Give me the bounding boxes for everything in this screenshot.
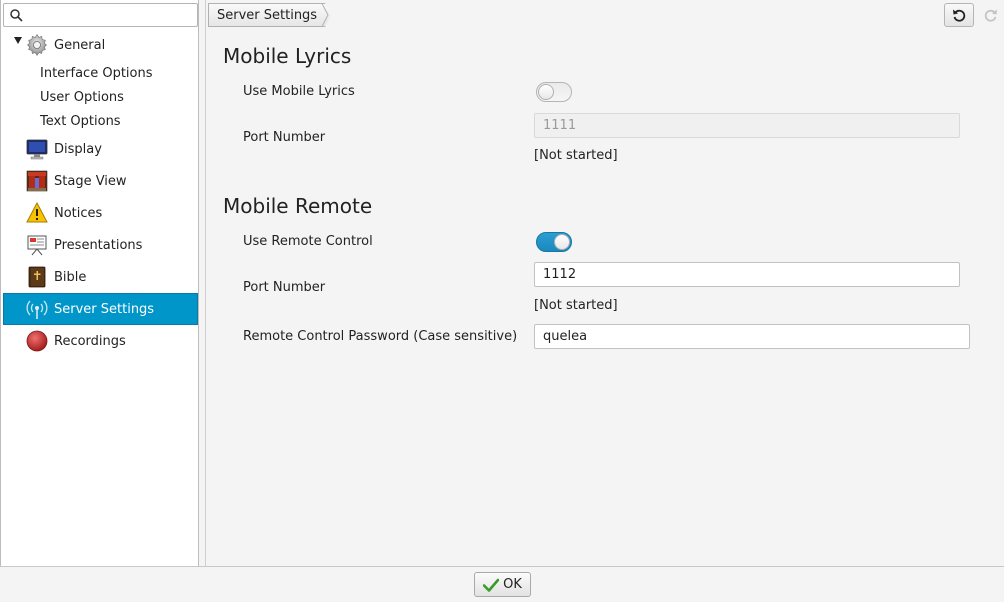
stage-icon bbox=[26, 170, 48, 192]
bible-icon bbox=[28, 266, 46, 288]
sidebar-item-label: General bbox=[54, 37, 106, 53]
breadcrumb-label: Server Settings bbox=[217, 7, 318, 23]
mobile-remote-title: Mobile Remote bbox=[223, 194, 373, 218]
undo-button[interactable] bbox=[944, 3, 974, 27]
sidebar-item-bible[interactable]: Bible bbox=[3, 262, 198, 292]
presentation-icon bbox=[27, 235, 47, 256]
sidebar-item-recordings[interactable]: Recordings bbox=[3, 326, 198, 356]
sidebar-item-label: Stage View bbox=[54, 173, 127, 189]
use-mobile-lyrics-toggle[interactable] bbox=[536, 82, 572, 102]
lyrics-port-value: 1111 bbox=[543, 118, 577, 133]
sidebar-item-stage-view[interactable]: Stage View bbox=[3, 166, 198, 196]
toggle-knob bbox=[554, 234, 570, 250]
use-mobile-lyrics-label: Use Mobile Lyrics bbox=[243, 84, 355, 99]
toggle-knob bbox=[538, 84, 554, 100]
sidebar-item-label: Bible bbox=[54, 269, 87, 285]
lyrics-port-label: Port Number bbox=[243, 130, 326, 145]
sidebar-item-notices[interactable]: Notices bbox=[3, 198, 198, 228]
search-icon bbox=[10, 9, 23, 22]
remote-password-label: Remote Control Password (Case sensitive) bbox=[243, 329, 518, 344]
sidebar-item-label: User Options bbox=[40, 89, 124, 105]
checkmark-icon bbox=[483, 578, 500, 592]
expand-arrow-icon[interactable] bbox=[14, 37, 22, 44]
remote-status: [Not started] bbox=[534, 298, 618, 313]
settings-panel: Server Settings Mobile Lyrics Use Mobile… bbox=[205, 0, 1004, 566]
ok-button[interactable]: OK bbox=[474, 572, 531, 597]
undo-icon bbox=[953, 9, 966, 22]
lyrics-port-field[interactable]: 1111 bbox=[534, 113, 960, 138]
sidebar-item-label: Interface Options bbox=[40, 65, 153, 81]
sidebar-item-text-options[interactable]: Text Options bbox=[3, 109, 198, 133]
remote-port-field[interactable]: 1112 bbox=[534, 262, 960, 287]
record-icon bbox=[26, 330, 48, 352]
use-remote-control-label: Use Remote Control bbox=[243, 234, 373, 249]
sidebar-item-presentations[interactable]: Presentations bbox=[3, 230, 198, 260]
sidebar-item-general[interactable]: General bbox=[3, 30, 198, 60]
ok-button-label: OK bbox=[503, 577, 522, 592]
remote-port-label: Port Number bbox=[243, 280, 326, 295]
redo-icon bbox=[984, 9, 997, 22]
mobile-lyrics-title: Mobile Lyrics bbox=[223, 44, 352, 68]
remote-port-value: 1112 bbox=[543, 267, 577, 282]
sidebar-item-label: Recordings bbox=[54, 333, 126, 349]
sidebar-item-user-options[interactable]: User Options bbox=[3, 85, 198, 109]
warning-icon bbox=[26, 202, 48, 223]
lyrics-status: [Not started] bbox=[534, 148, 618, 163]
gear-icon bbox=[27, 34, 47, 56]
signal-icon bbox=[26, 300, 48, 319]
breadcrumb[interactable]: Server Settings bbox=[208, 3, 331, 27]
sidebar-item-server-settings[interactable]: Server Settings bbox=[3, 293, 198, 325]
remote-password-value: quelea bbox=[543, 329, 588, 344]
sidebar-item-label: Notices bbox=[54, 205, 103, 221]
search-input[interactable] bbox=[3, 3, 198, 27]
settings-sidebar: General Interface Options User Options T… bbox=[0, 0, 199, 566]
sidebar-item-label: Presentations bbox=[54, 237, 143, 253]
sidebar-item-label: Server Settings bbox=[54, 301, 155, 317]
dialog-footer: OK bbox=[0, 566, 1004, 602]
sidebar-item-interface-options[interactable]: Interface Options bbox=[3, 61, 198, 85]
monitor-icon bbox=[26, 139, 48, 160]
sidebar-item-display[interactable]: Display bbox=[3, 134, 198, 164]
sidebar-item-label: Text Options bbox=[40, 113, 121, 129]
sidebar-item-label: Display bbox=[54, 141, 102, 157]
remote-password-field[interactable]: quelea bbox=[534, 324, 970, 349]
redo-button[interactable] bbox=[976, 3, 1004, 27]
use-remote-control-toggle[interactable] bbox=[536, 232, 572, 252]
